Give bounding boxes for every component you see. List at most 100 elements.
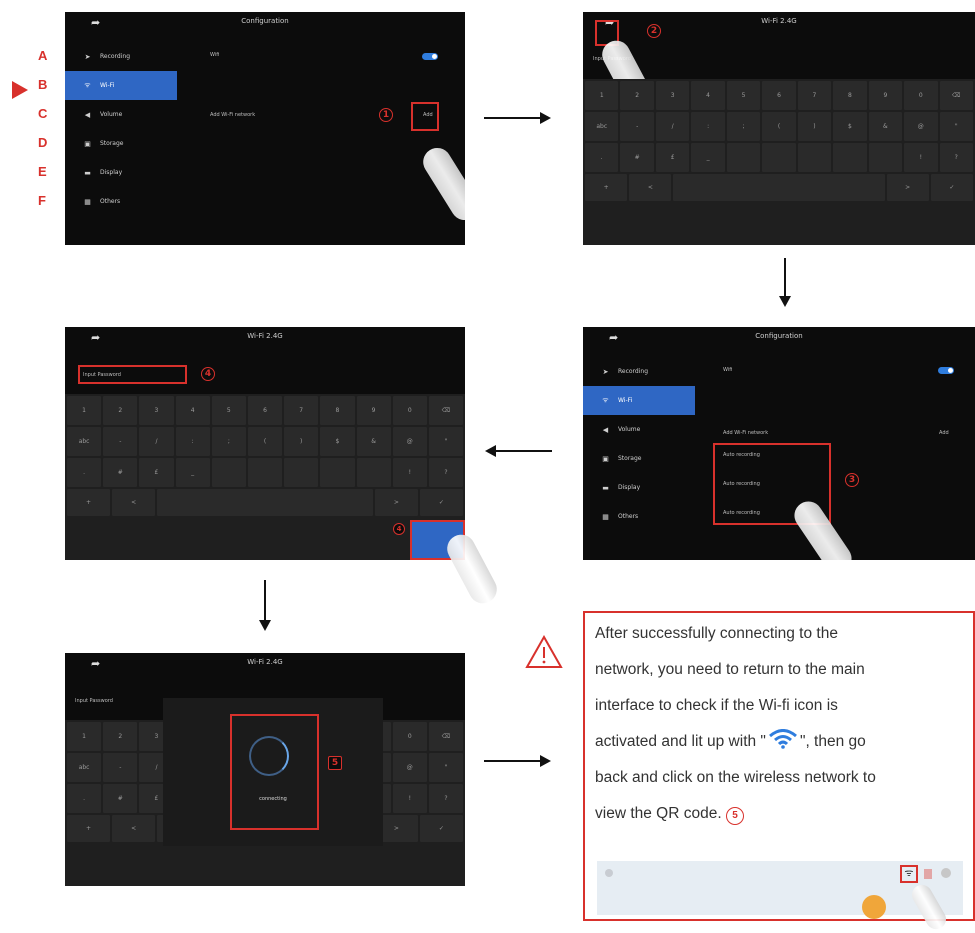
keyboard-key[interactable]: : (175, 427, 210, 456)
keyboard-key[interactable]: ⌫ (428, 396, 464, 425)
keyboard-key[interactable]: & (868, 112, 903, 141)
keyboard-key[interactable]: . (67, 458, 102, 487)
keyboard-key[interactable]: ⌫ (428, 722, 464, 751)
keyboard-key[interactable]: £ (139, 458, 174, 487)
menu-item-storage[interactable]: ▣ Storage (65, 129, 177, 158)
menu-item-display[interactable]: ▬ Display (65, 158, 177, 187)
keyboard-key[interactable]: ⌫ (939, 81, 973, 110)
keyboard-key[interactable]: > (374, 489, 418, 516)
keyboard-key[interactable]: # (103, 784, 138, 813)
keyboard-key[interactable]: ! (392, 458, 427, 487)
keyboard-key[interactable]: 6 (762, 81, 796, 110)
keyboard-key[interactable]: - (103, 753, 138, 782)
keyboard-key[interactable]: ? (939, 143, 973, 172)
keyboard-key[interactable]: 9 (868, 81, 903, 110)
keyboard-key[interactable]: 2 (103, 722, 138, 751)
keyboard-key[interactable] (833, 143, 867, 172)
keyboard-key[interactable]: > (886, 174, 929, 201)
keyboard-key[interactable]: + (67, 489, 111, 516)
keyboard-key[interactable]: ! (904, 143, 938, 172)
menu-item-others[interactable]: ▦ Others (65, 187, 177, 216)
keyboard-key[interactable]: 3 (139, 396, 174, 425)
menu-item-volume[interactable]: ◀ Volume (65, 100, 177, 129)
keyboard-key[interactable]: ? (428, 784, 464, 813)
keyboard-key[interactable]: ? (428, 458, 464, 487)
keyboard-key[interactable]: abc (67, 753, 102, 782)
keyboard-key[interactable]: _ (691, 143, 725, 172)
add-wifi-button[interactable]: Add (939, 430, 949, 436)
keyboard-key[interactable]: 7 (284, 396, 319, 425)
wifi-toggle[interactable] (422, 53, 438, 60)
keyboard-key[interactable]: < (112, 815, 156, 842)
keyboard-key[interactable]: @ (392, 753, 427, 782)
keyboard-key[interactable] (247, 458, 283, 487)
space-key[interactable] (673, 174, 885, 201)
menu-item-storage[interactable]: ▣ Storage (583, 444, 695, 473)
keyboard-key[interactable]: @ (392, 427, 427, 456)
keyboard-key[interactable]: £ (655, 143, 690, 172)
keyboard-key[interactable] (762, 143, 796, 172)
menu-item-volume[interactable]: ◀ Volume (583, 415, 695, 444)
keyboard-key[interactable]: + (67, 815, 111, 842)
keyboard-key[interactable] (868, 143, 903, 172)
password-input[interactable]: Input Password (75, 698, 113, 704)
keyboard-key[interactable]: 8 (320, 396, 355, 425)
keyboard-key[interactable]: ✓ (930, 174, 973, 201)
menu-item-others[interactable]: ▦ Others (583, 502, 695, 531)
keyboard-key[interactable]: < (112, 489, 156, 516)
keyboard-key[interactable] (284, 458, 319, 487)
keyboard-key[interactable]: 5 (211, 396, 246, 425)
keyboard-key[interactable] (797, 143, 832, 172)
keyboard-key[interactable]: 7 (797, 81, 832, 110)
menu-item-display[interactable]: ▬ Display (583, 473, 695, 502)
keyboard-key[interactable]: 2 (103, 396, 138, 425)
keyboard-key[interactable]: : (691, 112, 725, 141)
keyboard-key[interactable]: 0 (392, 722, 427, 751)
keyboard-key[interactable]: 4 (175, 396, 210, 425)
keyboard-key[interactable]: $ (833, 112, 867, 141)
keyboard-key[interactable]: . (585, 143, 619, 172)
menu-item-wifi[interactable]: ᯤ Wi-Fi (583, 386, 695, 415)
keyboard-key[interactable]: 0 (392, 396, 427, 425)
keyboard-key[interactable]: " (939, 112, 973, 141)
keyboard-key[interactable] (320, 458, 355, 487)
keyboard-key[interactable]: ) (797, 112, 832, 141)
keyboard-key[interactable]: ( (762, 112, 796, 141)
keyboard-key[interactable]: & (356, 427, 391, 456)
keyboard-key[interactable]: 1 (67, 722, 102, 751)
keyboard-key[interactable]: 1 (585, 81, 619, 110)
keyboard-key[interactable]: 0 (904, 81, 938, 110)
keyboard-key[interactable]: _ (175, 458, 210, 487)
keyboard-key[interactable]: - (620, 112, 654, 141)
keyboard-key[interactable]: 1 (67, 396, 102, 425)
keyboard-key[interactable]: / (655, 112, 690, 141)
keyboard-key[interactable]: + (585, 174, 628, 201)
menu-item-recording[interactable]: ➤ Recording (583, 357, 695, 386)
keyboard-key[interactable]: ✓ (419, 815, 463, 842)
keyboard-key[interactable]: ✓ (419, 489, 463, 516)
keyboard-key[interactable] (726, 143, 761, 172)
wifi-status-icon[interactable]: ᯤ (900, 865, 918, 883)
keyboard-key[interactable]: ; (726, 112, 761, 141)
keyboard-key[interactable]: 6 (247, 396, 283, 425)
keyboard-key[interactable]: $ (320, 427, 355, 456)
keyboard-key[interactable]: / (139, 427, 174, 456)
keyboard-key[interactable]: 4 (691, 81, 725, 110)
keyboard-key[interactable]: @ (904, 112, 938, 141)
keyboard-key[interactable]: ( (247, 427, 283, 456)
space-key[interactable] (157, 489, 373, 516)
keyboard-key[interactable]: " (428, 427, 464, 456)
keyboard-key[interactable]: 3 (655, 81, 690, 110)
keyboard-key[interactable]: abc (585, 112, 619, 141)
keyboard-key[interactable]: ; (211, 427, 246, 456)
keyboard-key[interactable] (211, 458, 246, 487)
keyboard-key[interactable]: # (620, 143, 654, 172)
wifi-toggle[interactable] (938, 367, 954, 374)
keyboard-key[interactable] (356, 458, 391, 487)
keyboard-key[interactable]: - (103, 427, 138, 456)
menu-item-wifi[interactable]: ᯤ Wi-Fi (65, 71, 177, 100)
keyboard-key[interactable]: 2 (620, 81, 654, 110)
keyboard-key[interactable]: < (629, 174, 672, 201)
keyboard-key[interactable]: ) (284, 427, 319, 456)
keyboard-key[interactable]: 5 (726, 81, 761, 110)
